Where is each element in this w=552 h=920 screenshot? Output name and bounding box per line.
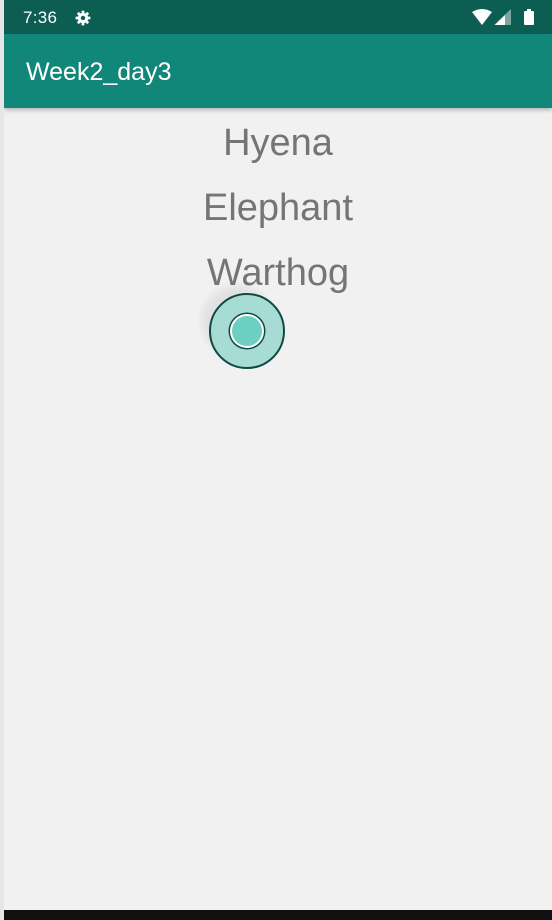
phone-screen: 7:36 Week2_day3 Hyena Elephant Warthog — [4, 0, 552, 920]
touch-indicator — [197, 281, 285, 369]
touch-indicator-dot — [230, 314, 264, 348]
list-item-hyena[interactable]: Hyena — [4, 121, 552, 165]
gear-icon — [75, 10, 91, 26]
app-title: Week2_day3 — [26, 58, 172, 86]
touch-indicator-ring — [209, 293, 285, 369]
status-time: 7:36 — [23, 8, 58, 27]
status-bar: 7:36 — [4, 0, 552, 34]
navigation-bar — [4, 910, 552, 920]
cellular-signal-icon — [494, 9, 511, 25]
battery-icon — [524, 9, 534, 25]
app-bar: Week2_day3 — [4, 34, 552, 108]
animal-list: Hyena Elephant Warthog — [4, 108, 552, 910]
list-item-elephant[interactable]: Elephant — [4, 186, 552, 230]
list-item-warthog[interactable]: Warthog — [4, 251, 552, 295]
wifi-icon — [472, 9, 492, 25]
